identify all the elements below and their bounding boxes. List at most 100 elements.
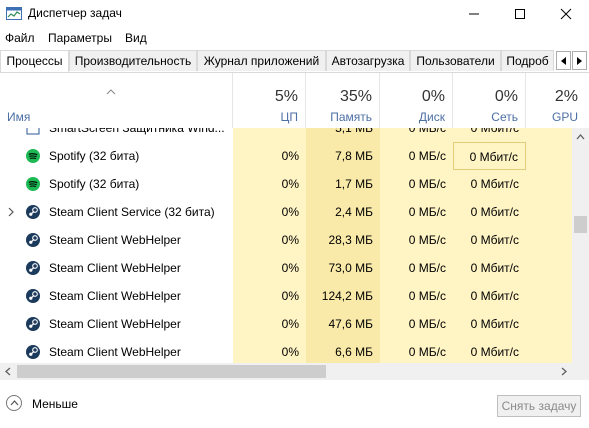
process-name: Steam Client WebHelper bbox=[49, 233, 181, 247]
expand-chevron-icon[interactable] bbox=[8, 207, 14, 217]
window-title: Диспетчер задач bbox=[28, 6, 122, 20]
memory-cell: 1,7 МБ bbox=[306, 170, 380, 198]
cpu-column-header[interactable]: 5% ЦП bbox=[233, 73, 306, 128]
tab-users[interactable]: Пользователи bbox=[410, 50, 501, 71]
steam-icon bbox=[26, 345, 40, 359]
name-column-label: Имя bbox=[7, 110, 31, 124]
steam-icon bbox=[26, 261, 40, 275]
close-button[interactable] bbox=[543, 0, 589, 28]
process-name: Spotify (32 бита) bbox=[49, 177, 140, 191]
disk-cell: 0 МБ/с bbox=[380, 226, 453, 254]
process-name-cell: Spotify (32 бита) bbox=[0, 142, 233, 170]
cpu-cell: 0% bbox=[233, 282, 306, 310]
table-row[interactable]: Spotify (32 бита) 0% 1,7 МБ 0 МБ/с 0 Мбит/с bbox=[0, 170, 572, 198]
fewer-details-label: Меньше bbox=[32, 397, 78, 411]
tab-scroll-left-button[interactable] bbox=[556, 51, 571, 70]
disk-column-header[interactable]: 0% Диск bbox=[380, 73, 453, 128]
gpu-column-header[interactable]: 2% GPU bbox=[526, 73, 578, 128]
steam-icon bbox=[26, 233, 40, 247]
cpu-cell: 0% bbox=[233, 338, 306, 363]
table-row[interactable]: Steam Client Service (32 бита) 0% 2,4 МБ 0 … bbox=[0, 198, 572, 226]
horizontal-scroll-thumb[interactable] bbox=[17, 365, 326, 378]
gpu-cell bbox=[526, 226, 572, 254]
gpu-cell bbox=[526, 142, 572, 170]
scroll-left-icon[interactable] bbox=[5, 367, 11, 376]
horizontal-scrollbar[interactable] bbox=[0, 363, 572, 380]
cpu-cell: 0% bbox=[233, 198, 306, 226]
table-row[interactable]: SmartScreen Защитника Wind... 5,1 МБ 0 МБ/… bbox=[0, 128, 572, 142]
cpu-cell: 0% bbox=[233, 310, 306, 338]
minimize-icon bbox=[469, 13, 479, 15]
vertical-scrollbar[interactable] bbox=[572, 128, 589, 363]
network-cell: 0 Мбит/с bbox=[453, 170, 526, 198]
gpu-cell bbox=[526, 310, 572, 338]
process-name-cell: Steam Client WebHelper bbox=[0, 310, 233, 338]
title-bar: Диспетчер задач bbox=[0, 0, 589, 28]
disk-cell: 0 МБ/с bbox=[380, 282, 453, 310]
memory-cell: 47,6 МБ bbox=[306, 310, 380, 338]
gpu-cell bbox=[526, 254, 572, 282]
memory-column-header[interactable]: 35% Память bbox=[306, 73, 380, 128]
gpu-cell bbox=[526, 338, 572, 363]
cpu-cell: 0% bbox=[233, 170, 306, 198]
scroll-up-icon[interactable] bbox=[576, 134, 585, 140]
process-name: SmartScreen Защитника Wind... bbox=[49, 128, 225, 135]
process-name: Spotify (32 бита) bbox=[49, 149, 140, 163]
triangle-left-icon bbox=[561, 57, 566, 65]
maximize-icon bbox=[515, 9, 525, 19]
column-header: Имя 5% ЦП 35% Память 0% Диск 0% Сеть 2% … bbox=[0, 73, 578, 128]
smartscreen-icon bbox=[26, 128, 40, 135]
disk-cell: 0 МБ/с bbox=[380, 198, 453, 226]
table-row[interactable]: Steam Client WebHelper 0% 6,6 МБ 0 МБ/с 0 Мб… bbox=[0, 338, 572, 363]
tab-startup[interactable]: Автозагрузка bbox=[326, 50, 410, 71]
table-row[interactable]: Steam Client WebHelper 0% 124,2 МБ 0 МБ/с 0 … bbox=[0, 282, 572, 310]
menu-file[interactable]: Файл bbox=[5, 31, 35, 45]
spotify-icon bbox=[26, 177, 40, 191]
process-name-cell: SmartScreen Защитника Wind... bbox=[0, 128, 233, 142]
process-name-cell: Steam Client WebHelper bbox=[0, 338, 233, 363]
memory-total: 35% bbox=[339, 88, 372, 105]
vertical-scroll-thumb[interactable] bbox=[574, 216, 587, 233]
sort-up-icon bbox=[106, 89, 116, 95]
chevron-up-circle-icon bbox=[6, 395, 22, 411]
disk-cell: 0 МБ/с bbox=[380, 170, 453, 198]
process-list: SmartScreen Защитника Wind... 5,1 МБ 0 МБ/… bbox=[0, 128, 572, 363]
menu-bar: Файл Параметры Вид bbox=[0, 28, 589, 48]
memory-cell: 7,8 МБ bbox=[306, 142, 380, 170]
scroll-right-icon[interactable] bbox=[561, 367, 567, 376]
maximize-button[interactable] bbox=[497, 0, 543, 28]
footer: Меньше Снять задачу bbox=[0, 380, 589, 428]
scrollbar-corner bbox=[572, 363, 589, 380]
tab-details[interactable]: Подроб bbox=[501, 50, 554, 71]
process-name: Steam Client WebHelper bbox=[49, 289, 181, 303]
table-row[interactable]: Spotify (32 бита) 0% 7,8 МБ 0 МБ/с 0 Мбит/с bbox=[0, 142, 572, 170]
name-column-header[interactable]: Имя bbox=[0, 73, 233, 128]
table-row[interactable]: Steam Client WebHelper 0% 28,3 МБ 0 МБ/с 0 М… bbox=[0, 226, 572, 254]
end-task-button[interactable]: Снять задачу bbox=[497, 395, 581, 417]
menu-view[interactable]: Вид bbox=[125, 31, 147, 45]
close-icon bbox=[560, 8, 572, 20]
table-row[interactable]: Steam Client WebHelper 0% 73,0 МБ 0 МБ/с 0 М… bbox=[0, 254, 572, 282]
process-name-cell: Spotify (32 бита) bbox=[0, 170, 233, 198]
tab-app-history[interactable]: Журнал приложений bbox=[197, 50, 326, 71]
disk-cell: 0 МБ/с bbox=[380, 142, 453, 170]
process-name-cell: Steam Client WebHelper bbox=[0, 282, 233, 310]
menu-options[interactable]: Параметры bbox=[48, 31, 112, 45]
network-cell: 0 Мбит/с bbox=[453, 142, 526, 170]
tab-scroll-right-button[interactable] bbox=[572, 51, 587, 70]
minimize-button[interactable] bbox=[451, 0, 497, 28]
memory-cell: 28,3 МБ bbox=[306, 226, 380, 254]
network-cell: 0 Мбит/с bbox=[453, 338, 526, 363]
tab-performance[interactable]: Производительность bbox=[69, 50, 197, 71]
network-cell: 0 Мбит/с bbox=[453, 254, 526, 282]
process-name-cell: Steam Client Service (32 бита) bbox=[0, 198, 233, 226]
disk-total: 0% bbox=[421, 88, 445, 105]
network-cell: 0 Мбит/с bbox=[453, 310, 526, 338]
disk-cell: 0 МБ/с bbox=[380, 338, 453, 363]
tab-processes[interactable]: Процессы bbox=[0, 50, 69, 72]
table-row[interactable]: Steam Client WebHelper 0% 47,6 МБ 0 МБ/с 0 М… bbox=[0, 310, 572, 338]
cpu-cell: 0% bbox=[233, 254, 306, 282]
gpu-total: 2% bbox=[554, 88, 578, 105]
network-column-header[interactable]: 0% Сеть bbox=[453, 73, 526, 128]
network-cell: 0 Мбит/с bbox=[453, 282, 526, 310]
